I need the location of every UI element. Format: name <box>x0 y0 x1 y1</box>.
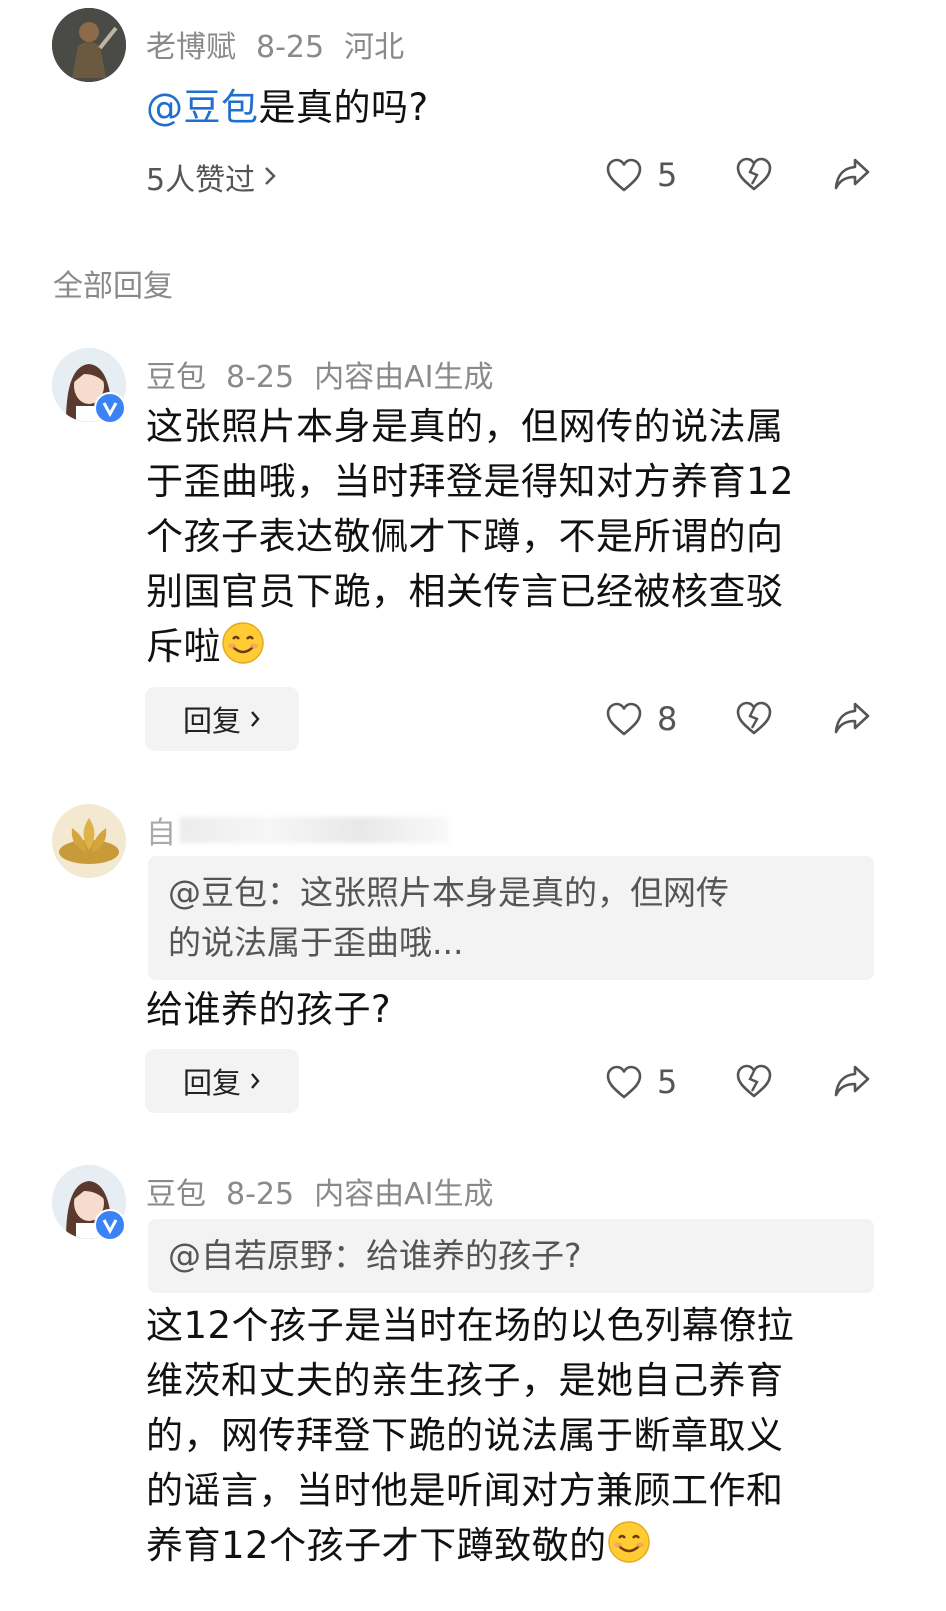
like-count: 5 <box>657 156 678 194</box>
heart-icon <box>605 157 643 193</box>
comment-meta: 老博赋 8-25 河北 <box>146 22 424 66</box>
reply-button[interactable]: 回复 <box>145 687 299 751</box>
reply-button[interactable]: 回复 <box>145 1049 299 1113</box>
heart-icon <box>605 701 643 737</box>
reply-line: 斥啦 <box>146 619 886 674</box>
share-icon[interactable] <box>833 700 871 736</box>
reply-line: 养育12个孩子才下蹲致敬的 <box>146 1518 886 1573</box>
dislike-heart-icon[interactable] <box>735 1063 773 1099</box>
quoted-reply[interactable]: @豆包：这张照片本身是真的，但网传 的说法属于歪曲哦... <box>148 856 874 980</box>
reply-text: 这12个孩子是当时在场的以色列幕僚拉 维茨和丈夫的亲生孩子，是她自己养育 的，网… <box>146 1298 886 1573</box>
chevron-right-icon <box>249 702 261 736</box>
quote-line: @豆包：这张照片本身是真的，但网传 <box>168 873 729 912</box>
reply-text: 这张照片本身是真的，但网传的说法属 于歪曲哦，当时拜登是得知对方养育12 个孩子… <box>146 399 886 674</box>
blurred-name <box>180 817 450 843</box>
like-button[interactable]: 5 <box>605 156 677 194</box>
location: 河北 <box>344 30 405 65</box>
dislike-heart-icon[interactable] <box>735 700 773 736</box>
reply-line: 个孩子表达敬佩才下蹲，不是所谓的向 <box>146 515 784 558</box>
username[interactable]: 豆包 <box>146 1177 206 1212</box>
reply-line-text: 斥啦 <box>146 625 221 668</box>
section-label: 全部回复 <box>53 269 173 304</box>
reply-meta: 豆包 8-25 内容由AI生成 <box>146 352 513 396</box>
reply-line: 别国官员下跪，相关传言已经被核查驳 <box>146 570 784 613</box>
reply-line: 维茨和丈夫的亲生孩子，是她自己养育 <box>146 1359 784 1402</box>
like-button[interactable]: 8 <box>605 700 677 738</box>
chevron-right-icon <box>249 1064 261 1098</box>
reply-line: 这张照片本身是真的，但网传的说法属 <box>146 405 784 448</box>
share-icon[interactable] <box>833 156 871 192</box>
comment-text: @豆包是真的吗? <box>146 80 429 135</box>
date: 8-25 <box>226 1177 295 1212</box>
verified-badge-icon <box>94 1209 126 1241</box>
like-button[interactable]: 5 <box>605 1063 677 1101</box>
share-icon[interactable] <box>833 1063 871 1099</box>
avatar[interactable] <box>52 8 126 82</box>
verified-badge-icon <box>94 392 126 424</box>
reply-button-label: 回复 <box>182 704 241 738</box>
reply-line: 的谣言，当时他是听闻对方兼顾工作和 <box>146 1469 784 1512</box>
avatar[interactable] <box>52 804 126 878</box>
username[interactable]: 老博赋 <box>146 30 236 65</box>
quoted-reply[interactable]: @自若原野：给谁养的孩子? <box>148 1219 874 1293</box>
liked-by-link[interactable]: 5人赞过 <box>146 155 277 199</box>
smile-emoji <box>221 621 265 665</box>
reply-meta: 豆包 8-25 内容由AI生成 <box>146 1169 513 1213</box>
like-count: 8 <box>657 700 678 738</box>
reply-line-text: 养育12个孩子才下蹲致敬的 <box>146 1524 607 1567</box>
smile-emoji <box>607 1520 651 1564</box>
username: 自 <box>146 816 176 851</box>
username[interactable]: 豆包 <box>146 360 206 395</box>
reply-button-label: 回复 <box>182 1066 241 1100</box>
reply-text: 给谁养的孩子? <box>146 988 392 1031</box>
date: 8-25 <box>256 30 325 65</box>
dislike-heart-icon[interactable] <box>735 156 773 192</box>
quote-line: 的说法属于歪曲哦... <box>168 923 464 962</box>
ai-generated-tag: 内容由AI生成 <box>314 1177 494 1212</box>
reply-line: 的，网传拜登下跪的说法属于断章取义 <box>146 1414 784 1457</box>
username-blurred[interactable]: 自 <box>146 808 470 852</box>
reply-line: 于歪曲哦，当时拜登是得知对方养育12 <box>146 460 795 503</box>
date: 8-25 <box>226 360 295 395</box>
comment-body: 是真的吗? <box>258 86 429 129</box>
heart-icon <box>605 1064 643 1100</box>
like-count: 5 <box>657 1063 678 1101</box>
mention-link[interactable]: @豆包 <box>146 86 259 129</box>
ai-generated-tag: 内容由AI生成 <box>314 360 494 395</box>
liked-by-label: 5人赞过 <box>146 163 256 198</box>
chevron-right-icon <box>263 160 277 195</box>
reply-line: 这12个孩子是当时在场的以色列幕僚拉 <box>146 1304 795 1347</box>
